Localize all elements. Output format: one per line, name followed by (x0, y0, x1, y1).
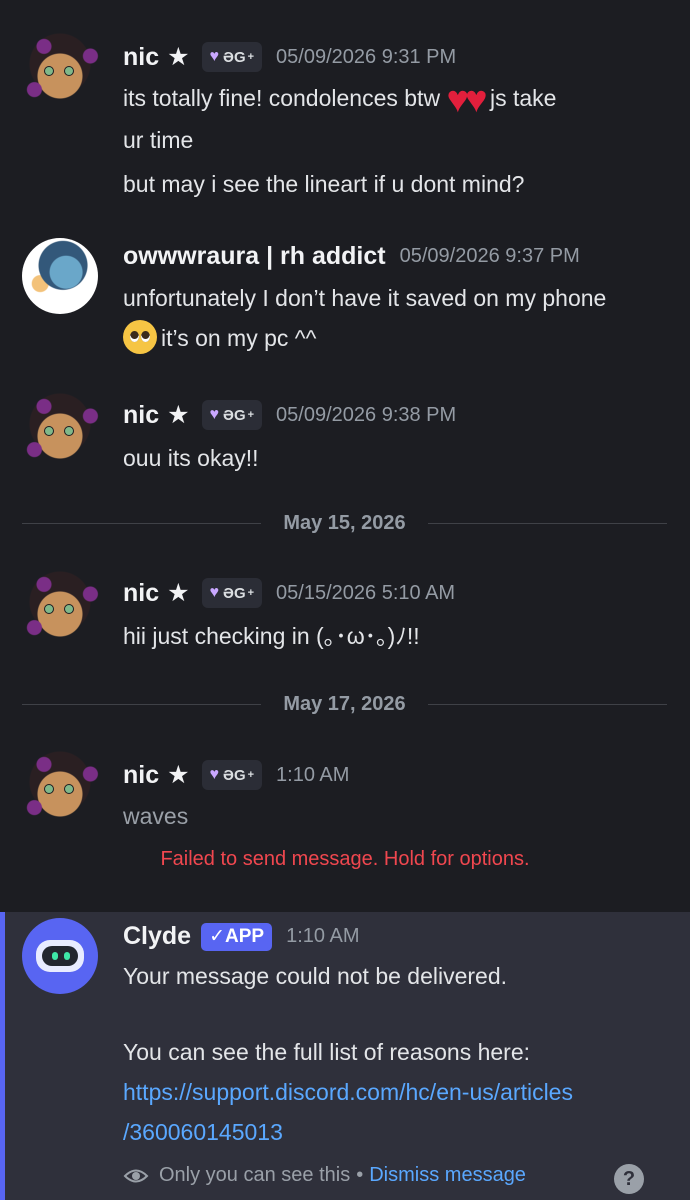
message-text: its totally fine! condolences btw ♥♥ js … (123, 79, 557, 121)
eye-icon (123, 1169, 149, 1182)
clyde-avatar[interactable] (22, 918, 98, 994)
message-text: ouu its okay!! (123, 445, 259, 471)
author-name[interactable]: nic (123, 761, 159, 790)
author-name[interactable]: Clyde (123, 922, 191, 951)
ephemeral-footer: Only you can see this • Dismiss message (123, 1164, 526, 1187)
message-text: but may i see the lineart if u dont mind… (123, 171, 525, 197)
purple-heart-icon: ♥ (209, 584, 220, 601)
author-name[interactable]: owwwraura | rh addict (123, 242, 386, 271)
clan-tag[interactable]: ♥ ƏG + (201, 42, 263, 72)
star-icon: ★ (167, 579, 190, 607)
star-icon: ★ (167, 43, 190, 71)
help-icon[interactable]: ? (614, 1164, 644, 1194)
star-icon: ★ (167, 761, 190, 789)
purple-heart-icon: ♥ (209, 406, 220, 423)
message-text: Your message could not be delivered. (123, 963, 508, 989)
pleading-face-emoji (123, 320, 157, 354)
purple-heart-icon: ♥ (209, 766, 220, 783)
app-badge: ✓APP (201, 922, 273, 951)
date-divider: May 15, 2026 (22, 508, 668, 538)
purple-heart-icon: ♥ (209, 48, 220, 65)
author-name[interactable]: nic (123, 43, 159, 72)
message-text: You can see the full list of reasons her… (123, 1039, 531, 1065)
clan-tag[interactable]: ♥ ƏG + (201, 400, 263, 430)
timestamp: 05/09/2026 9:31 PM (276, 45, 457, 68)
failed-send-notice[interactable]: Failed to send message. Hold for options… (0, 848, 690, 871)
message-text: waves (123, 803, 189, 829)
timestamp: 1:10 AM (276, 763, 350, 786)
chat-page: nic ★ ♥ ƏG + 05/09/2026 9:31 PM its total… (0, 0, 690, 1200)
message-text: hii just checking in (｡･ω･｡)ﾉ!! (123, 623, 420, 649)
dismiss-message-link[interactable]: Dismiss message (369, 1164, 526, 1187)
message-text: it’s on my pc ^^ (123, 318, 683, 358)
timestamp: 05/15/2026 5:10 AM (276, 581, 456, 604)
avatar[interactable] (20, 392, 100, 472)
avatar[interactable] (20, 570, 100, 650)
timestamp: 05/09/2026 9:37 PM (399, 245, 580, 267)
avatar[interactable] (20, 750, 100, 830)
clan-tag[interactable]: ♥ ƏG + (201, 760, 263, 790)
support-link[interactable]: /360060145013 (123, 1112, 683, 1152)
date-divider: May 17, 2026 (22, 689, 668, 719)
author-name[interactable]: nic (123, 579, 159, 608)
clan-tag[interactable]: ♥ ƏG + (201, 578, 263, 608)
star-icon: ★ (167, 401, 190, 429)
author-name[interactable]: nic (123, 401, 159, 430)
avatar[interactable] (20, 32, 100, 112)
avatar[interactable] (22, 238, 98, 314)
heart-emoji: ♥♥ (446, 79, 487, 121)
support-link[interactable]: https://support.discord.com/hc/en-us/art… (123, 1072, 683, 1112)
message-text: unfortunately I don’t have it saved on m… (123, 285, 607, 311)
timestamp: 05/09/2026 9:38 PM (276, 403, 457, 426)
message-text: ur time (123, 127, 194, 153)
timestamp: 1:10 AM (286, 925, 360, 947)
